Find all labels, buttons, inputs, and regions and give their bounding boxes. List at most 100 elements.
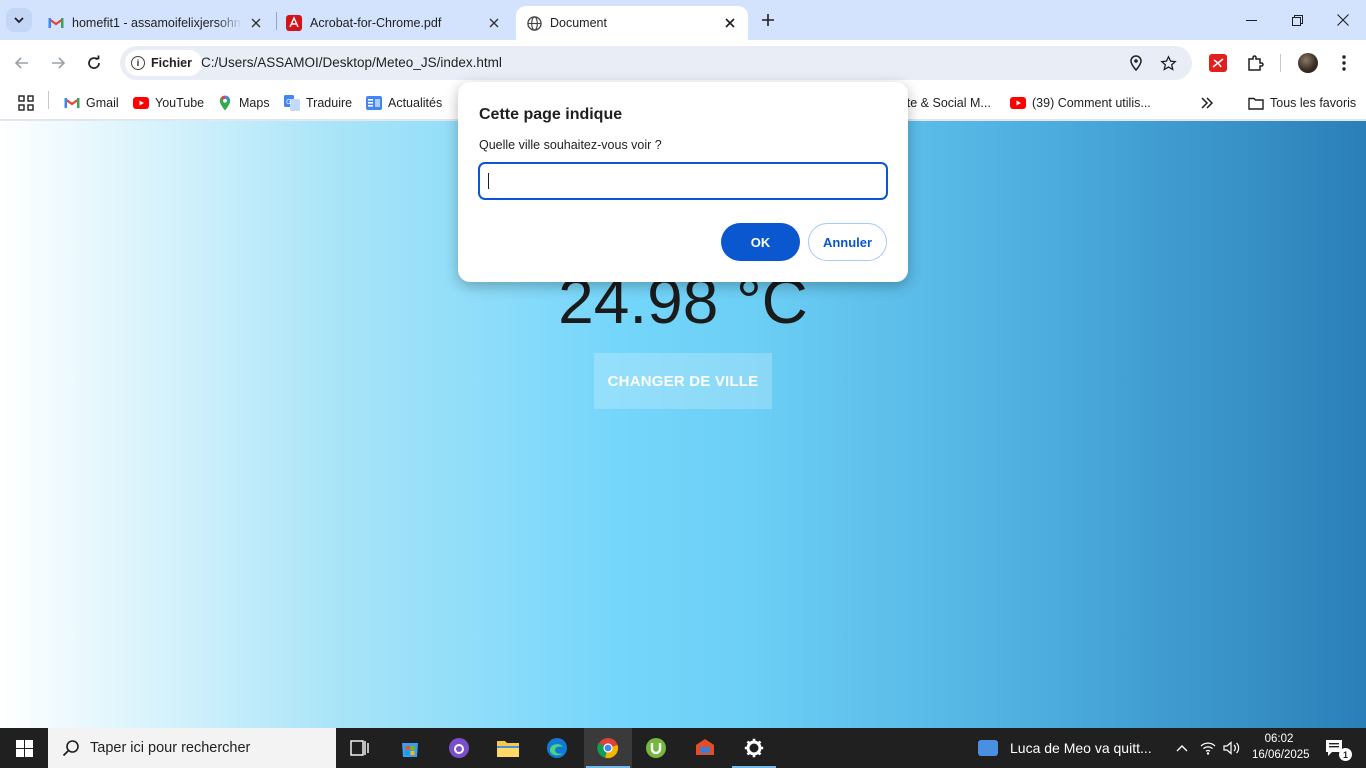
address-bar[interactable]: i Fichier C:/Users/ASSAMOI/Desktop/Meteo…	[120, 46, 1192, 80]
reload-icon	[88, 55, 100, 69]
taskbar-github[interactable]	[435, 728, 483, 768]
globe-icon	[526, 15, 542, 31]
folder-icon	[497, 741, 519, 757]
cancel-button[interactable]: Annuler	[808, 223, 887, 261]
youtube-icon	[133, 95, 149, 111]
taskbar-search[interactable]: Taper ici pour rechercher	[48, 728, 336, 768]
bookmark-label: Traduire	[306, 96, 353, 110]
taskbar-chrome[interactable]	[584, 728, 632, 768]
bookmarks-overflow-button[interactable]	[1200, 92, 1214, 114]
acrobat-extension-icon[interactable]	[1206, 51, 1230, 75]
close-icon	[1337, 14, 1349, 26]
restore-button[interactable]	[1274, 0, 1320, 40]
utorrent-icon	[646, 738, 666, 758]
change-city-button[interactable]: CHANGER DE VILLE	[594, 353, 772, 409]
bookmark-social[interactable]: ite & Social M...	[904, 92, 991, 114]
site-info-chip[interactable]: i Fichier	[125, 50, 202, 76]
microsoft-store-icon	[402, 743, 418, 757]
minimize-icon	[1245, 19, 1257, 21]
bookmark-label: (39) Comment utilis...	[1032, 96, 1151, 110]
search-placeholder: Taper ici pour rechercher	[90, 740, 251, 756]
acrobat-icon	[286, 15, 302, 31]
profile-avatar[interactable]	[1296, 51, 1320, 75]
ok-button[interactable]: OK	[721, 223, 800, 261]
reload-button[interactable]	[82, 51, 106, 75]
close-icon[interactable]	[248, 15, 264, 31]
news-widget[interactable]: Luca de Meo va quitt...	[978, 728, 1152, 768]
all-bookmarks-label: Tous les favoris	[1270, 96, 1357, 110]
notification-center-button[interactable]: 1	[1316, 728, 1356, 768]
github-icon	[449, 738, 469, 758]
close-window-button[interactable]	[1320, 0, 1366, 40]
close-icon[interactable]	[486, 15, 502, 31]
new-tab-button[interactable]	[756, 8, 780, 32]
restore-icon	[1291, 14, 1303, 26]
tab-title: homefit1 - assamoifelixjersohn5	[72, 16, 242, 30]
taskbar-file-explorer[interactable]	[484, 728, 532, 768]
close-icon[interactable]	[722, 15, 738, 31]
bookmark-label: ite & Social M...	[904, 96, 991, 110]
app-icon	[696, 739, 714, 755]
prompt-dialog: Cette page indique Quelle ville souhaite…	[458, 82, 908, 282]
url-text[interactable]: C:/Users/ASSAMOI/Desktop/Meteo_JS/index.…	[201, 55, 502, 70]
taskbar-store[interactable]	[386, 728, 434, 768]
taskbar-utorrent[interactable]	[632, 728, 680, 768]
windows-taskbar: Taper ici pour rechercher Luca de Meo va…	[0, 728, 1366, 768]
plus-icon	[762, 14, 774, 26]
tab-search-button[interactable]	[6, 8, 32, 32]
system-clock[interactable]: 06:02 16/06/2025	[1252, 731, 1310, 763]
star-icon[interactable]	[1158, 53, 1178, 73]
minimize-button[interactable]	[1228, 0, 1274, 40]
volume-icon[interactable]	[1222, 728, 1242, 768]
arrow-left-icon	[14, 57, 28, 69]
start-button[interactable]	[0, 728, 48, 768]
clock-time: 06:02	[1264, 733, 1294, 745]
apps-grid-icon	[18, 95, 34, 111]
search-icon	[62, 740, 79, 757]
tray-chevron-up-icon[interactable]	[1172, 728, 1192, 768]
bookmark-maps[interactable]: Maps	[217, 92, 270, 114]
text-caret	[488, 173, 489, 189]
dialog-message: Quelle ville souhaitez-vous voir ?	[479, 138, 662, 152]
browser-toolbar: i Fichier C:/Users/ASSAMOI/Desktop/Meteo…	[0, 40, 1366, 86]
wifi-icon[interactable]	[1198, 728, 1218, 768]
tab-strip: homefit1 - assamoifelixjersohn5 Acrobat-…	[0, 0, 1366, 40]
site-info-label: Fichier	[151, 56, 192, 70]
news-headline: Luca de Meo va quitt...	[1010, 740, 1152, 756]
back-button[interactable]	[10, 51, 34, 75]
double-chevron-right-icon	[1201, 97, 1214, 109]
tab-homefit[interactable]: homefit1 - assamoifelixjersohn5	[38, 6, 274, 40]
youtube-icon	[1010, 95, 1026, 111]
all-bookmarks[interactable]: Tous les favoris	[1248, 92, 1356, 114]
taskbar-edge[interactable]	[533, 728, 581, 768]
bookmarks-divider	[48, 91, 49, 109]
taskbar-app[interactable]	[681, 728, 729, 768]
forward-button[interactable]	[46, 51, 70, 75]
extensions-puzzle-icon[interactable]	[1243, 51, 1267, 75]
bookmark-youtube[interactable]: YouTube	[133, 92, 204, 114]
svg-text:G: G	[286, 98, 291, 106]
location-pin-icon[interactable]	[1126, 53, 1146, 73]
taskbar-settings[interactable]	[730, 728, 778, 768]
bookmark-label: Gmail	[86, 96, 119, 110]
bookmark-news[interactable]: Actualités	[366, 92, 442, 114]
bookmark-gmail[interactable]: Gmail	[64, 92, 119, 114]
bookmark-label: Actualités	[388, 96, 443, 110]
tab-acrobat[interactable]: Acrobat-for-Chrome.pdf	[276, 6, 512, 40]
menu-button[interactable]	[1332, 51, 1356, 75]
translate-icon: G	[284, 95, 300, 111]
tab-document[interactable]: Document	[516, 6, 748, 40]
city-input[interactable]	[478, 162, 888, 200]
tab-title: Acrobat-for-Chrome.pdf	[310, 16, 442, 30]
notification-count: 1	[1339, 748, 1352, 761]
apps-button[interactable]	[18, 92, 34, 114]
clock-date: 16/06/2025	[1252, 749, 1310, 761]
bookmark-youtube-video[interactable]: (39) Comment utilis...	[1010, 92, 1151, 114]
news-widget-icon	[978, 740, 998, 756]
bookmark-label: YouTube	[155, 96, 205, 110]
task-view-button[interactable]	[336, 728, 384, 768]
chevron-down-icon	[14, 17, 24, 24]
tab-title: Document	[550, 16, 607, 30]
bookmark-label: Maps	[239, 96, 270, 110]
bookmark-translate[interactable]: G Traduire	[284, 92, 352, 114]
